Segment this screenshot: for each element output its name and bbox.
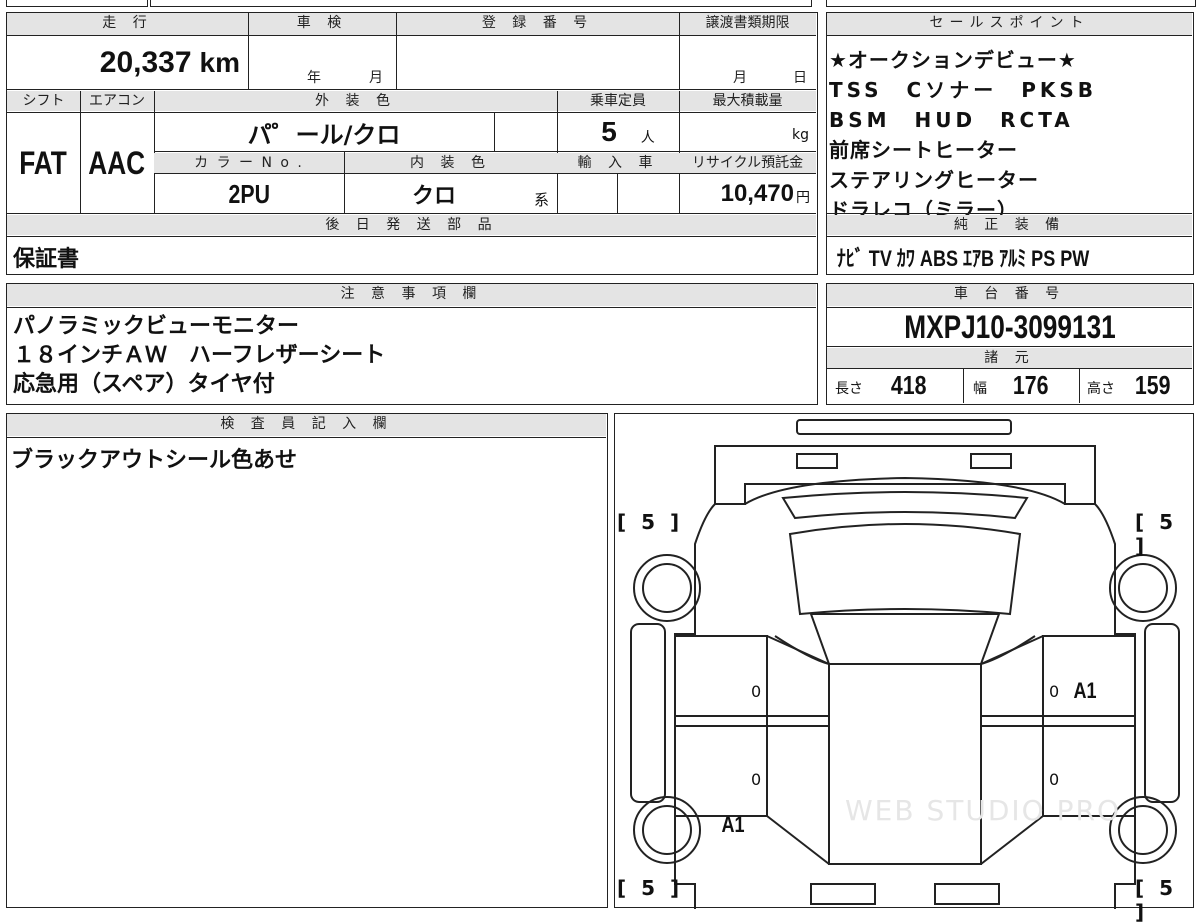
sales-point-line: TSS Cソナー PKSB bbox=[829, 78, 1098, 102]
inspection-header: 車 検 bbox=[248, 13, 396, 35]
registration-header: 登 録 番 号 bbox=[396, 13, 679, 35]
width-label: 幅 bbox=[973, 381, 987, 397]
notes-list: パノラミックビューモニター １８インチＡＷ ハーフレザーシート 応急用（スペア）… bbox=[13, 312, 385, 399]
height-value: 159 bbox=[1134, 370, 1171, 400]
import-header: 輸 入 車 bbox=[557, 153, 679, 173]
aircon-header: エアコン bbox=[80, 91, 154, 111]
inspector-box: 検 査 員 記 入 欄 ブラックアウトシール色あせ bbox=[6, 413, 608, 908]
color-no-value: 2PU bbox=[228, 178, 270, 209]
sales-point-line: ステアリングヒーター bbox=[829, 168, 1039, 192]
tire-tr-label: [ 5 ] bbox=[1135, 510, 1178, 558]
recycle-cell: 10,470 円 bbox=[679, 175, 816, 213]
capacity-header: 乗車定員 bbox=[557, 91, 679, 111]
sales-points-header: セールスポイント bbox=[827, 13, 1192, 35]
tire-tl-label: [ 5 ] bbox=[617, 510, 684, 534]
notes-box: 注 意 事 項 欄 パノラミックビューモニター １８インチＡＷ ハーフレザーシー… bbox=[6, 283, 818, 405]
exterior-color-cell: パ゜ール/クロ bbox=[154, 113, 494, 151]
max-load-unit: kg bbox=[792, 127, 809, 143]
mileage-value: 20,337 bbox=[99, 46, 192, 79]
inspector-value: ブラックアウトシール色あせ bbox=[11, 448, 298, 473]
length-label: 長さ bbox=[835, 381, 863, 397]
interior-color-header: 内 装 色 bbox=[344, 153, 557, 173]
watermark: WEB STUDIO PRO bbox=[845, 794, 1121, 827]
recycle-value: 10,470 bbox=[720, 180, 794, 207]
spec-grid: 走 行 車 検 登 録 番 号 譲渡書類期限 20,337 km 年 月 月 日… bbox=[6, 12, 818, 275]
notes-header: 注 意 事 項 欄 bbox=[7, 284, 816, 306]
top-strip bbox=[0, 0, 1200, 8]
zero-mark: 0 bbox=[1049, 770, 1060, 789]
capacity-value: 5 bbox=[601, 116, 617, 147]
recycle-header: リサイクル預託金 bbox=[679, 153, 816, 173]
chassis-value: MXPJ10-3099131 bbox=[903, 308, 1116, 345]
shift-header: シフト bbox=[7, 91, 80, 111]
later-parts-header: 後 日 発 送 部 品 bbox=[7, 215, 816, 235]
sales-point-line: ★オークションデビュー★ bbox=[829, 48, 1077, 72]
note-line: １８インチＡＷ ハーフレザーシート bbox=[13, 343, 386, 368]
zero-mark: 0 bbox=[751, 682, 762, 701]
sales-point-line: 前席シートヒーター bbox=[829, 138, 1018, 162]
width-value: 176 bbox=[1012, 370, 1049, 400]
exterior-color-header: 外 装 色 bbox=[154, 91, 557, 111]
inspection-year-label: 年 bbox=[307, 70, 321, 86]
interior-color-cell: クロ bbox=[344, 175, 524, 213]
chassis-box: 車 台 番 号 MXPJ10-3099131 諸 元 長さ 418 幅 176 … bbox=[826, 283, 1194, 405]
capacity-cell: 5 人 bbox=[557, 113, 679, 151]
interior-color-value: クロ bbox=[411, 184, 456, 209]
length-value: 418 bbox=[890, 370, 927, 400]
oem-equipment-header: 純 正 装 備 bbox=[827, 215, 1192, 235]
max-load-header: 最大積載量 bbox=[679, 91, 816, 111]
height-label: 高さ bbox=[1087, 381, 1115, 397]
note-line: 応急用（スペア）タイヤ付 bbox=[13, 372, 275, 397]
mileage-unit: km bbox=[199, 47, 240, 78]
tire-br-label: [ 5 ] bbox=[1135, 876, 1178, 924]
mileage-header: 走 行 bbox=[7, 13, 248, 35]
interior-color-suffix: 系 bbox=[534, 191, 550, 209]
damage-mark-left-rear: A1 bbox=[721, 812, 745, 837]
sales-points-box: セールスポイント ★オークションデビュー★ TSS Cソナー PKSB BSM … bbox=[826, 12, 1194, 275]
shift-value: FAT bbox=[19, 144, 68, 181]
zero-mark: 0 bbox=[751, 770, 762, 789]
later-parts-value: 保証書 bbox=[13, 247, 80, 272]
sales-points-list: ★オークションデビュー★ TSS Cソナー PKSB BSM HUD RCTA … bbox=[829, 45, 1097, 225]
chassis-header: 車 台 番 号 bbox=[827, 284, 1192, 306]
note-line: パノラミックビューモニター bbox=[13, 314, 300, 339]
chassis-cell: MXPJ10-3099131 bbox=[827, 308, 1192, 346]
inspection-month-label: 月 bbox=[369, 70, 383, 86]
recycle-unit: 円 bbox=[796, 190, 810, 206]
shift-cell: FAT bbox=[7, 113, 80, 213]
exterior-color-value: パ゜ール/クロ bbox=[247, 120, 401, 149]
aircon-cell: AAC bbox=[80, 113, 154, 213]
aircon-value: AAC bbox=[88, 144, 146, 181]
inspector-header: 検 査 員 記 入 欄 bbox=[7, 414, 606, 436]
color-no-cell: 2PU bbox=[154, 175, 344, 213]
damage-mark-right-front: A1 bbox=[1073, 678, 1097, 703]
transfer-deadline-header: 譲渡書類期限 bbox=[679, 13, 816, 35]
tire-bl-label: [ 5 ] bbox=[617, 876, 684, 900]
color-no-header: カ ラ ー N o . bbox=[154, 153, 344, 173]
sales-point-line: BSM HUD RCTA bbox=[829, 108, 1074, 132]
specs-header: 諸 元 bbox=[827, 348, 1192, 368]
mileage-value-cell: 20,337 km bbox=[7, 37, 248, 89]
car-diagram: [ 5 ] [ 5 ] [ 5 ] [ 5 ] A1 A1 0 0 0 0 WE… bbox=[614, 413, 1194, 924]
oem-equipment-value: ﾅﾋﾞ TV ｶﾜ ABS ｴｱB ｱﾙﾐ PS PW bbox=[836, 246, 1090, 271]
capacity-unit: 人 bbox=[640, 130, 655, 146]
deadline-day-label: 日 bbox=[793, 70, 807, 86]
deadline-month-label: 月 bbox=[733, 70, 747, 86]
zero-mark: 0 bbox=[1049, 682, 1060, 701]
car-outline-icon bbox=[630, 419, 1180, 909]
